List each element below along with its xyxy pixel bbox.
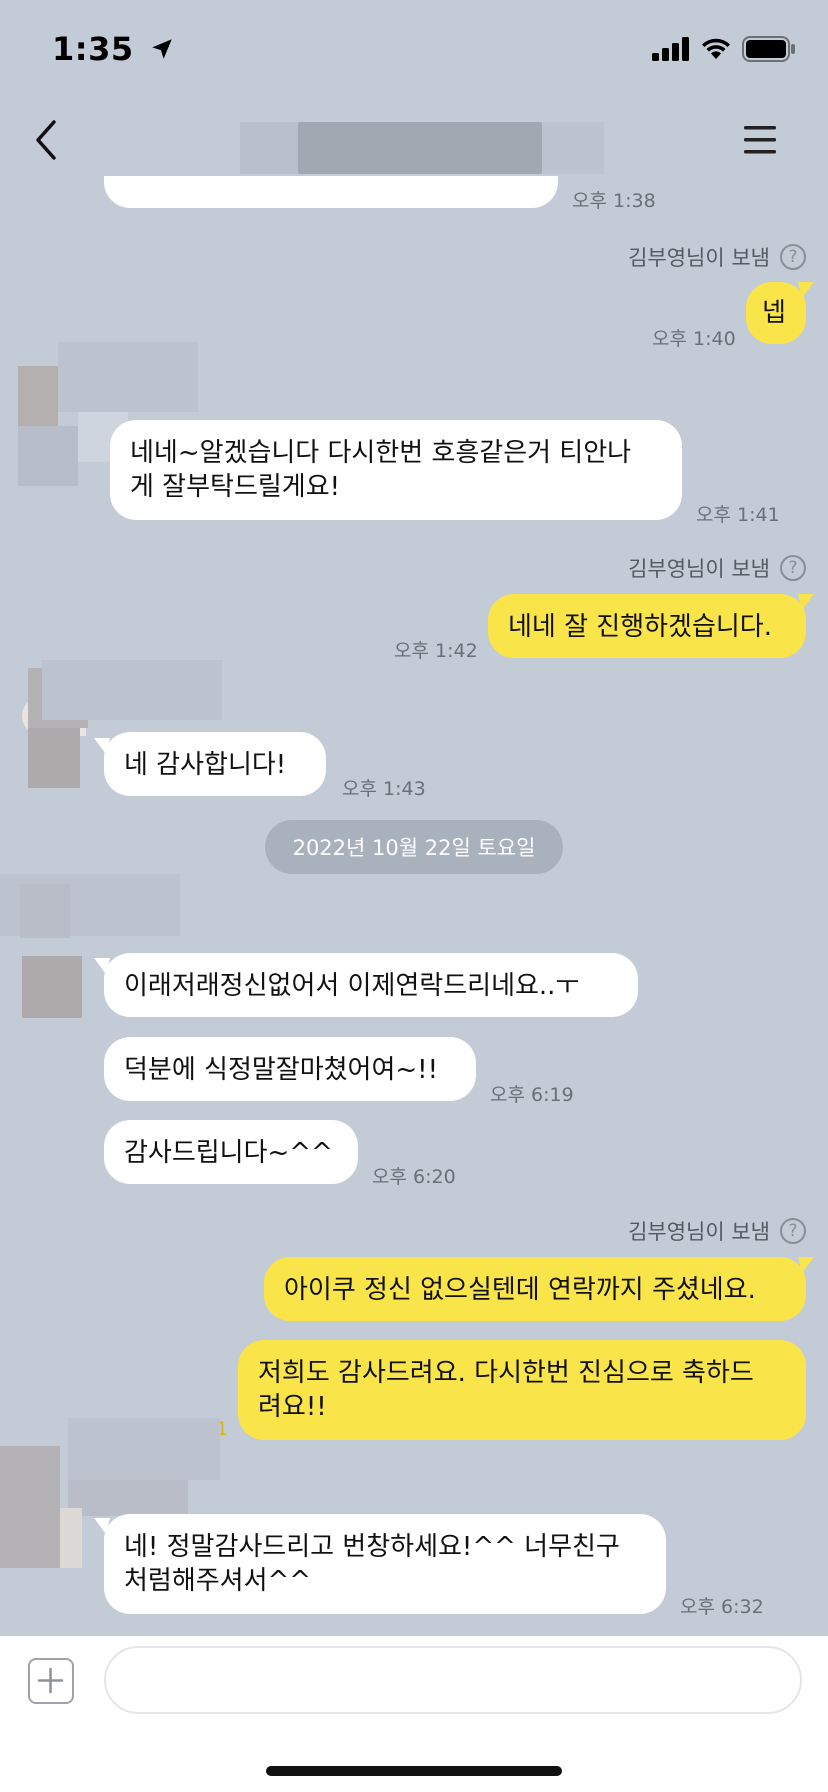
message-bubble-outgoing[interactable]: 네네 잘 진행하겠습니다.	[488, 594, 806, 658]
message-text-line: 저희도 감사드려요. 다시한번 진심으로 축하드	[258, 1358, 754, 1388]
message-text-line: 네네~알겠습니다 다시한번 호흥같은거 티안나	[130, 438, 632, 468]
help-icon[interactable]: ?	[780, 244, 806, 270]
status-time: 1:35	[52, 30, 175, 68]
chat-title-blurred	[542, 122, 604, 174]
date-divider: 2022년 10월 22일 토요일	[265, 820, 563, 874]
message-bubble-incoming[interactable]: 감사드립니다~^^	[104, 1120, 358, 1184]
sent-by-label: 김부영님이 보냄 ?	[628, 1216, 806, 1246]
message-text: 덕분에 식정말잘마쳤어여~!!	[124, 1055, 439, 1085]
back-chevron-icon	[36, 120, 56, 160]
message-bubble-incoming[interactable]: 덕분에 식정말잘마쳤어여~!!	[104, 1037, 476, 1101]
help-icon[interactable]: ?	[780, 1218, 806, 1244]
sent-by-text: 김부영님이 보냄	[628, 557, 770, 581]
message-bubble-incoming[interactable]: 네! 정말감사드리고 번창하세요!^^ 너무친구 처럼해주셔서^^	[104, 1514, 666, 1614]
status-time-text: 1:35	[52, 30, 134, 68]
home-indicator	[266, 1766, 562, 1776]
hamburger-menu-icon	[744, 126, 776, 154]
menu-button[interactable]	[742, 124, 778, 156]
message-text: 이래저래정신없어서 이제연락드리네요..ㅜ	[124, 971, 580, 1001]
sent-by-text: 김부영님이 보냄	[628, 246, 770, 270]
plus-icon	[37, 1667, 64, 1694]
message-bubble-incoming[interactable]: 네네~알겠습니다 다시한번 호흥같은거 티안나 게 잘부탁드릴게요!	[110, 420, 682, 520]
message-time: 오후 6:20	[372, 1166, 456, 1188]
message-text-line: 려요!!	[258, 1392, 327, 1422]
sent-by-label: 김부영님이 보냄 ?	[628, 242, 806, 272]
bubble-tail	[798, 1257, 814, 1273]
message-bubble-incoming[interactable]: 이래저래정신없어서 이제연락드리네요..ㅜ	[104, 953, 638, 1017]
bubble-tail	[798, 282, 814, 298]
battery-icon	[742, 36, 795, 62]
signal-icon	[652, 37, 689, 61]
attach-button[interactable]	[28, 1658, 74, 1704]
back-button[interactable]	[28, 112, 68, 168]
message-time: 오후 1:43	[342, 778, 426, 800]
message-bubble-outgoing[interactable]: 저희도 감사드려요. 다시한번 진심으로 축하드 려요!!	[238, 1340, 806, 1440]
chat-title-blurred	[298, 122, 542, 174]
help-icon[interactable]: ?	[780, 555, 806, 581]
message-time: 오후 1:38	[572, 190, 656, 212]
message-bubble-outgoing[interactable]: 아이쿠 정신 없으실텐데 연락까지 주셨네요.	[264, 1257, 806, 1321]
sent-by-text: 김부영님이 보냄	[628, 1220, 770, 1244]
wifi-icon	[702, 38, 730, 59]
sent-by-label: 김부영님이 보냄 ?	[628, 553, 806, 583]
bubble-tail	[94, 958, 110, 974]
message-text-line: 처럼해주셔서^^	[124, 1566, 312, 1596]
message-bubble-outgoing[interactable]: 넵	[746, 282, 806, 344]
message-bubble-incoming-partial[interactable]	[104, 176, 558, 208]
message-text-line: 게 잘부탁드릴게요!	[130, 472, 341, 502]
message-time: 오후 1:42	[394, 640, 478, 662]
message-time: 오후 6:32	[680, 1596, 764, 1618]
message-time: 오후 6:19	[490, 1084, 574, 1106]
chat-title-blurred	[240, 122, 298, 174]
message-text: 감사드립니다~^^	[124, 1138, 333, 1168]
bubble-tail	[94, 1518, 110, 1534]
message-text-line: 네! 정말감사드리고 번창하세요!^^ 너무친구	[124, 1532, 620, 1562]
bubble-tail	[94, 738, 110, 754]
message-text: 네 감사합니다!	[124, 750, 287, 780]
message-text: 아이쿠 정신 없으실텐데 연락까지 주셨네요.	[284, 1275, 756, 1305]
message-input[interactable]	[104, 1646, 802, 1714]
message-text: 넵	[762, 298, 786, 328]
date-divider-text: 2022년 10월 22일 토요일	[292, 836, 536, 860]
message-bubble-incoming[interactable]: 네 감사합니다!	[104, 732, 326, 796]
bubble-tail	[798, 594, 814, 610]
status-icons	[652, 36, 796, 62]
message-time: 오후 1:41	[696, 504, 780, 526]
message-time: 오후 1:40	[652, 328, 736, 350]
message-text: 네네 잘 진행하겠습니다.	[508, 612, 772, 642]
location-arrow-icon	[152, 39, 172, 59]
